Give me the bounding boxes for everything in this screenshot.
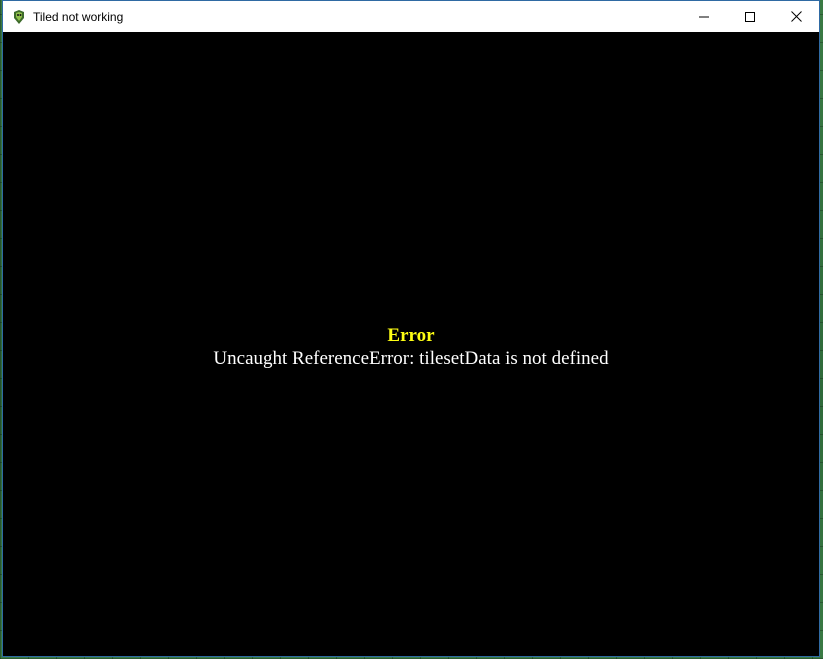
title-bar[interactable]: Tiled not working [3,1,819,32]
game-canvas[interactable]: Error Uncaught ReferenceError: tilesetDa… [3,32,819,656]
error-message: Uncaught ReferenceError: tilesetData is … [213,348,609,369]
minimize-button[interactable] [681,1,727,32]
close-icon [790,11,802,22]
error-panel: Error Uncaught ReferenceError: tilesetDa… [3,324,819,370]
maximize-icon [745,11,755,22]
maximize-button[interactable] [727,1,773,32]
minimize-icon [699,16,709,17]
window-title: Tiled not working [33,9,124,24]
error-title: Error [387,325,435,346]
close-button[interactable] [773,1,819,32]
app-icon [11,9,27,25]
window-controls [681,1,819,32]
app-window: Tiled not working Error Uncaught Referen… [2,0,820,657]
